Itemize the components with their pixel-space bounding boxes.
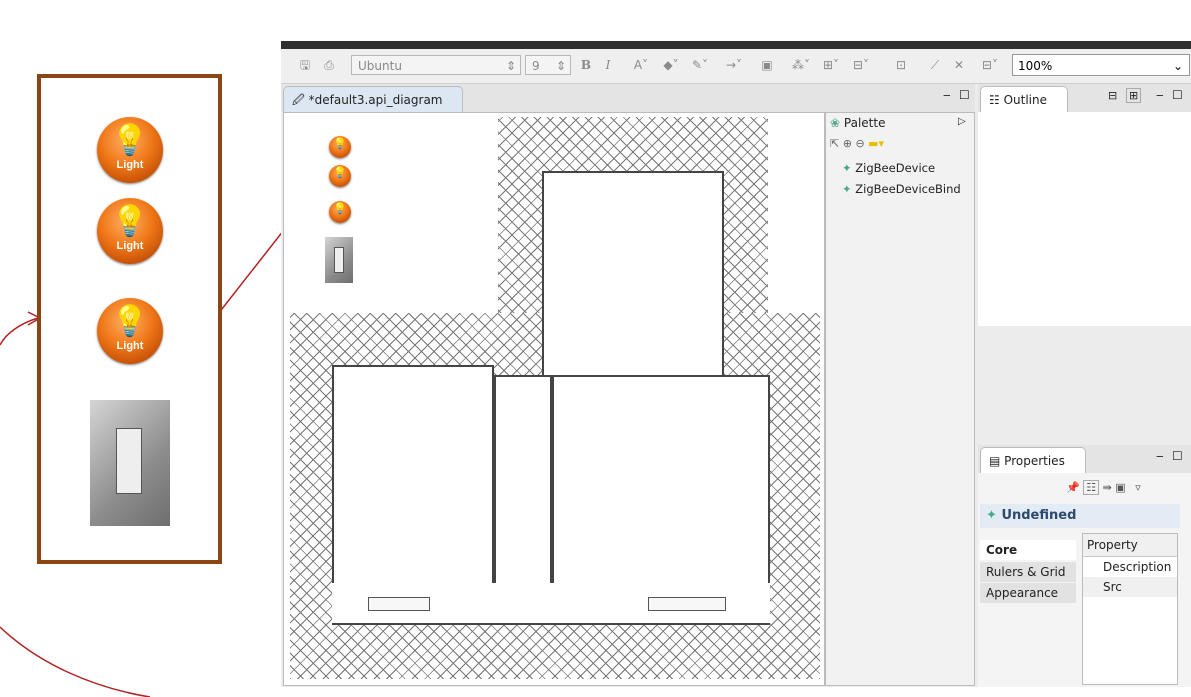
light-bulb-icon: 💡 Light [97, 117, 163, 183]
properties-icon: ▤ [989, 454, 1001, 468]
bulb-label: Light [116, 240, 144, 252]
palette-title: Palette [843, 116, 886, 130]
collapse-palette-icon[interactable]: ▷ [958, 116, 966, 127]
bulb-label: Light [116, 159, 144, 171]
note-icon[interactable]: ▬▾ [868, 137, 884, 150]
line-color-icon[interactable]: ✎˅ [687, 56, 713, 74]
image-icon[interactable]: ▣ [757, 56, 777, 74]
room-hall [494, 375, 552, 601]
categories-icon[interactable]: ☷ [1083, 480, 1100, 495]
minimize-icon[interactable]: ‒ [1156, 88, 1164, 102]
bulb-label: Light [116, 340, 144, 352]
window-left [368, 597, 430, 611]
tool-icon: ✦ [842, 161, 852, 175]
palette-item-zigbeedevice[interactable]: ✦ ZigBeeDevice [842, 161, 935, 175]
tab-properties[interactable]: ▤ Properties ⊠ [980, 447, 1086, 494]
outline-tabbar: ☷ Outline ⊠ ⊟ ⊞ ‒ ☐ [978, 84, 1191, 133]
route-icon[interactable]: ⊡ [891, 56, 911, 74]
table-row[interactable]: Src [1083, 577, 1177, 597]
table-row[interactable]: Description [1083, 557, 1177, 577]
properties-panel: 📌 ☷ ⇛ ▣ ▿ ✦ Undefined Core Rulers & Grid… [978, 473, 1191, 687]
element-icon: ✦ [986, 508, 997, 523]
diagram-file-icon: 🖉 [292, 93, 305, 107]
palette-item-zigbeedevicebind[interactable]: ✦ ZigBeeDeviceBind [842, 182, 961, 196]
print-icon[interactable]: ⎙ [319, 56, 339, 74]
maximize-icon[interactable]: ☐ [1172, 88, 1183, 102]
outline-panel [978, 112, 1191, 326]
zoom-in-icon[interactable]: ⊕ [843, 137, 852, 150]
title-bar [281, 41, 1191, 49]
room-left [332, 365, 494, 601]
app-window: 🖫 ⎙ Ubuntu ⇕ 9 ⇕ B I A˅ ◆˅ ✎˅ →˅ ▣ ⁂˅ ⊞˅ ⊟… [281, 41, 1191, 687]
align-icon[interactable]: ⊟˅ [849, 56, 873, 74]
light-bulb-icon[interactable]: 💡 [329, 165, 351, 187]
font-name-select[interactable]: Ubuntu ⇕ [351, 55, 521, 75]
zoomed-devices-panel: 💡 Light 💡 Light 💡 Light [37, 74, 222, 564]
light-bulb-icon[interactable]: 💡 [329, 201, 351, 223]
tree-view-icon[interactable]: ⊟ [1108, 89, 1117, 102]
tab-core[interactable]: Core [980, 540, 1076, 560]
room-top [542, 171, 724, 399]
fill-color-icon[interactable]: ◆˅ [659, 56, 683, 74]
palette-panel: ❀ Palette ▷ ⇱ ⊕ ⊖ ▬▾ ✦ ZigBeeDevice ✦ Zi… [825, 112, 975, 686]
snap-icon[interactable]: ⟋ [925, 56, 945, 74]
font-size-select[interactable]: 9 ⇕ [525, 55, 571, 75]
tab-default3-diagram[interactable]: 🖉 *default3.api_diagram ⊠ [283, 86, 463, 133]
maximize-icon[interactable]: ☐ [959, 88, 970, 102]
arrange-icon[interactable]: ⊞˅ [819, 56, 843, 74]
tab-outline[interactable]: ☷ Outline ⊠ [980, 86, 1068, 133]
property-table: Property Description Src [1082, 533, 1178, 685]
overview-icon[interactable]: ⊞ [1126, 88, 1142, 103]
delete-icon[interactable]: ✕ [949, 56, 969, 74]
filter-icon[interactable]: ⇛ [1103, 481, 1112, 494]
properties-toolbar: 📌 ☷ ⇛ ▣ ▿ [1066, 480, 1141, 495]
tool-icon: ✦ [842, 182, 852, 196]
maximize-icon[interactable]: ☐ [1172, 449, 1183, 463]
save-icon[interactable]: 🖫 [295, 56, 315, 74]
arrow-style-icon[interactable]: →˅ [721, 56, 747, 74]
view-menu-icon[interactable]: ▿ [1135, 481, 1141, 494]
toolbar: 🖫 ⎙ Ubuntu ⇕ 9 ⇕ B I A˅ ◆˅ ✎˅ →˅ ▣ ⁂˅ ⊞˅ ⊟… [281, 49, 1191, 84]
light-bulb-icon[interactable]: 💡 [329, 136, 351, 158]
diagram-canvas[interactable]: 💡 💡 💡 [283, 112, 825, 686]
tab-rulers-grid[interactable]: Rulers & Grid [980, 562, 1076, 582]
pin-icon[interactable]: 📌 [1066, 481, 1080, 494]
minimize-icon[interactable]: ‒ [1156, 449, 1164, 463]
restore-defaults-icon[interactable]: ▣ [1115, 481, 1125, 494]
property-column-header: Property [1083, 534, 1177, 557]
light-switch-icon [90, 400, 170, 526]
light-switch-icon[interactable] [325, 237, 353, 283]
light-bulb-icon: 💡 Light [97, 298, 163, 364]
font-color-icon[interactable]: A˅ [629, 56, 653, 74]
zoom-out-icon[interactable]: ⊖ [855, 137, 864, 150]
zoom-select[interactable]: 100% ⌄ [1012, 54, 1190, 76]
select-tool-icon[interactable]: ⇱ [830, 137, 839, 150]
minimize-icon[interactable]: ‒ [943, 88, 951, 102]
italic-button[interactable]: I [599, 56, 617, 74]
tab-appearance[interactable]: Appearance [980, 583, 1076, 603]
select-all-icon[interactable]: ⁂˅ [789, 56, 813, 74]
outline-icon: ☷ [989, 93, 1000, 107]
light-bulb-icon: 💡 Light [97, 198, 163, 264]
editor-tabbar: 🖉 *default3.api_diagram ⊠ ‒ ☐ [281, 84, 975, 133]
properties-heading: ✦ Undefined [980, 504, 1180, 528]
window-right [648, 597, 726, 611]
grid-icon[interactable]: ⊟˅ [977, 56, 1003, 74]
bold-button[interactable]: B [577, 56, 595, 74]
properties-tabbar: ▤ Properties ⊠ ‒ ☐ [978, 445, 1191, 494]
room-right [552, 375, 770, 601]
palette-icon: ❀ [830, 116, 841, 130]
